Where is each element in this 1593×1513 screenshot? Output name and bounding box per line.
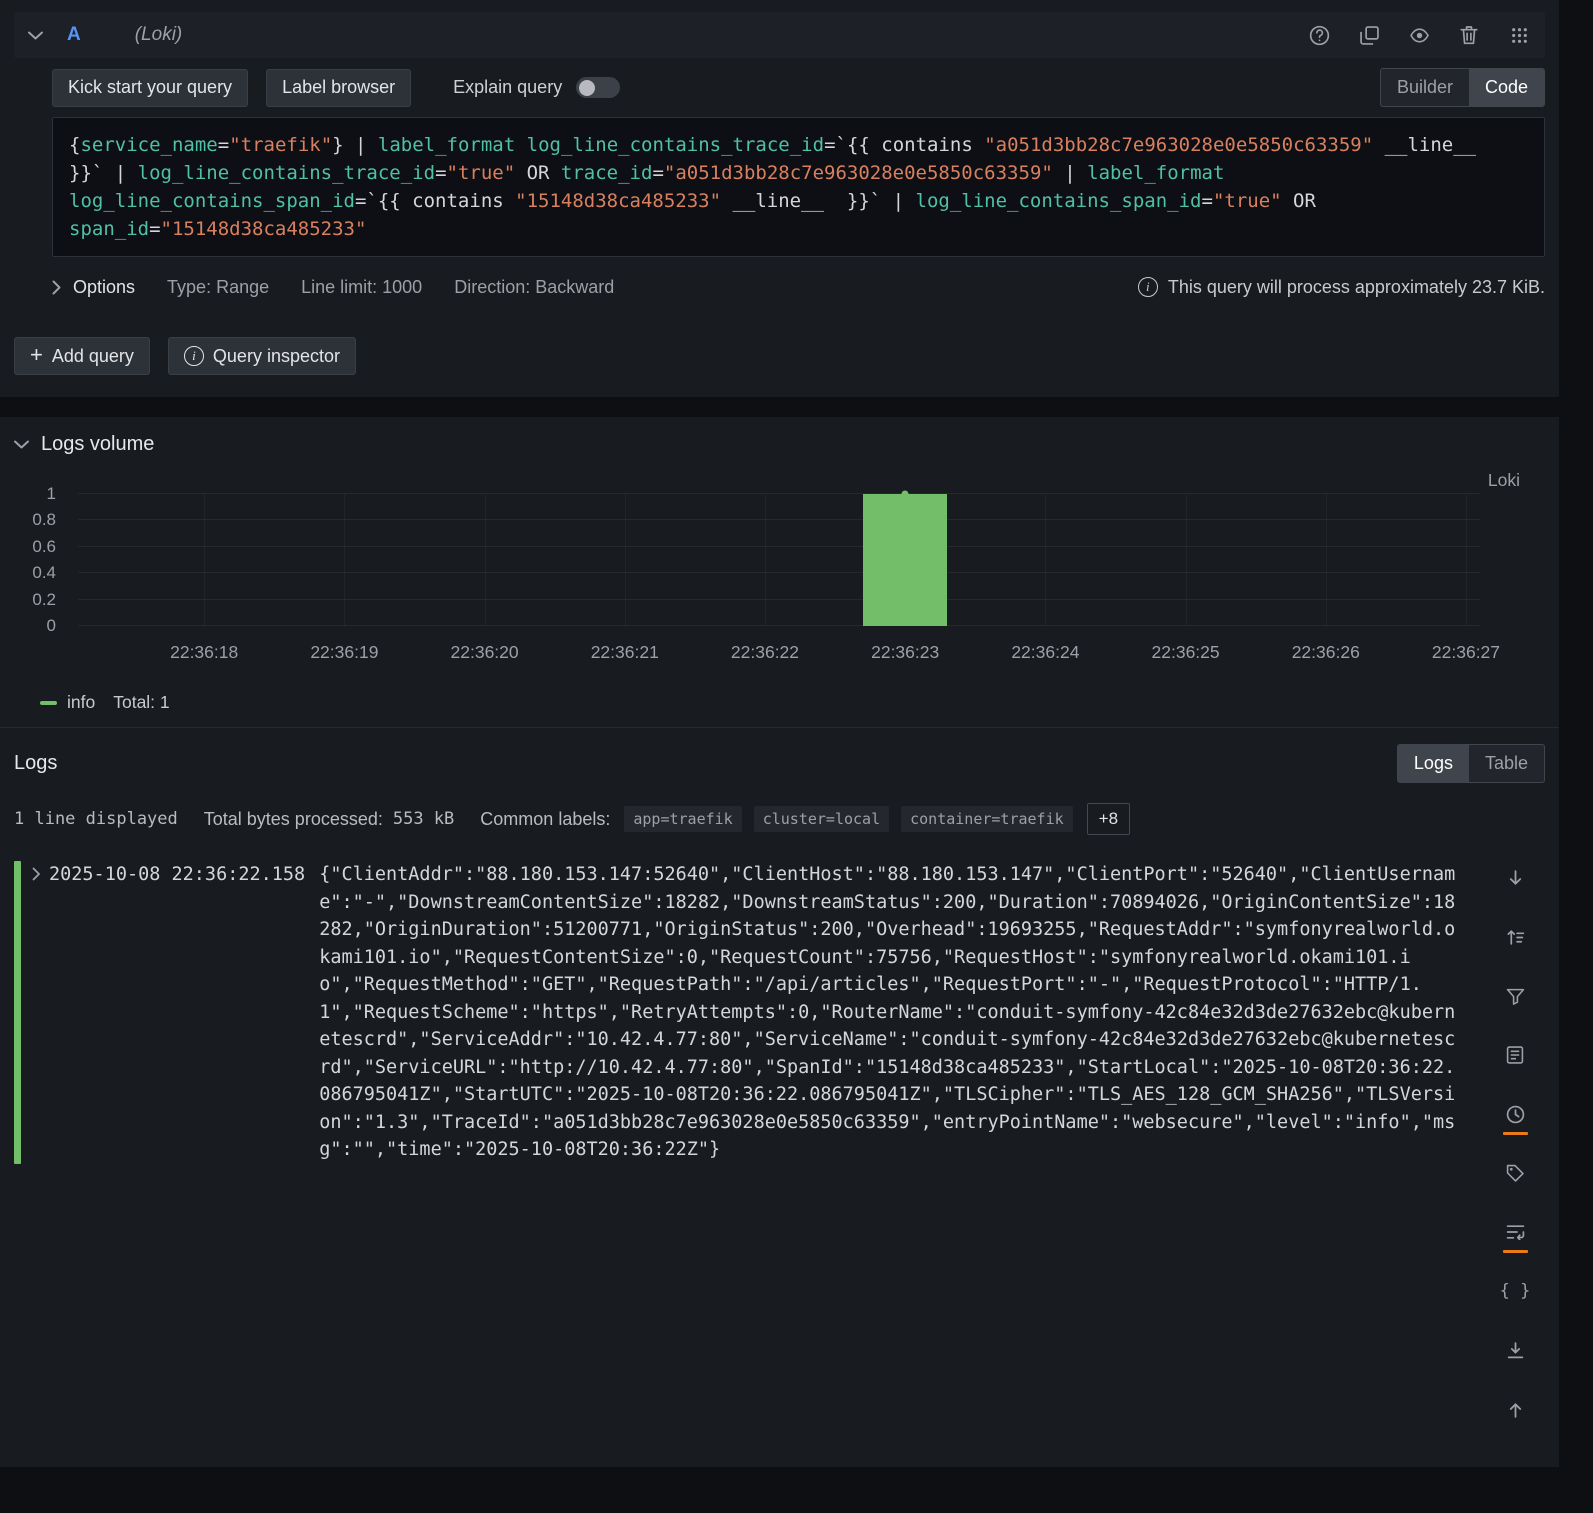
drag-handle-icon[interactable] xyxy=(1507,23,1531,47)
remove-query-trash-icon[interactable] xyxy=(1457,23,1481,47)
mode-code-button[interactable]: Code xyxy=(1469,69,1544,106)
plus-icon: + xyxy=(30,344,43,366)
explain-query-toggle[interactable] xyxy=(576,77,620,98)
query-row-actions xyxy=(1307,23,1531,47)
legend-series-color xyxy=(40,701,57,705)
logs-volume-ylabels: 00.20.40.60.81 xyxy=(14,494,66,626)
info-icon: i xyxy=(184,346,204,366)
add-query-button[interactable]: + Add query xyxy=(14,337,150,375)
common-label-chip: container=traefik xyxy=(901,806,1073,832)
logs-volume-title: Logs volume xyxy=(41,433,154,456)
legend-total: Total: 1 xyxy=(113,692,169,713)
logs-controls-rail: { } xyxy=(1495,866,1535,1456)
options-line-limit: Line limit: 1000 xyxy=(301,277,422,298)
logs-volume-chart: Loki 00.20.40.60.81 22:36:1822:36:1922:3… xyxy=(14,494,1545,668)
common-label-chip: cluster=local xyxy=(754,806,889,832)
wrap-lines-toggle-icon[interactable] xyxy=(1506,1220,1525,1244)
duplicate-query-icon[interactable] xyxy=(1357,23,1381,47)
help-icon[interactable] xyxy=(1307,23,1331,47)
info-icon: i xyxy=(1138,277,1158,297)
common-labels-label: Common labels: xyxy=(480,809,610,830)
logs-volume-xlabels: 22:36:1822:36:1922:36:2022:36:2122:36:22… xyxy=(78,634,1480,668)
explain-query-label: Explain query xyxy=(453,77,562,98)
bytes-processed-value: 553 kB xyxy=(393,809,454,829)
logs-title: Logs xyxy=(14,752,57,775)
more-labels-button[interactable]: +8 xyxy=(1087,803,1130,835)
hide-response-eye-icon[interactable] xyxy=(1407,23,1431,47)
show-timestamps-toggle-icon[interactable] xyxy=(1506,1102,1525,1126)
scroll-to-bottom-icon[interactable] xyxy=(1506,866,1525,890)
view-logs-button[interactable]: Logs xyxy=(1398,745,1469,782)
kick-start-query-button[interactable]: Kick start your query xyxy=(52,69,248,107)
logs-volume-bar xyxy=(863,494,947,626)
unique-labels-tag-icon[interactable] xyxy=(1506,1161,1524,1185)
lines-displayed: 1 line displayed xyxy=(14,809,178,829)
results-area: Logs volume Loki 00.20.40.60.81 22:36:18… xyxy=(0,417,1559,1467)
mode-builder-button[interactable]: Builder xyxy=(1381,69,1469,106)
logs-meta-row: 1 line displayed Total bytes processed: … xyxy=(14,803,1545,835)
query-collapse-chevron-icon[interactable] xyxy=(28,31,43,40)
explore-page: A (Loki) Kick star xyxy=(0,0,1593,1467)
bytes-processed-label: Total bytes processed: xyxy=(204,809,383,830)
common-labels-list: app=traefik cluster=local container=traefi… xyxy=(624,806,1072,832)
log-level-indicator xyxy=(14,861,21,1164)
query-options-row: Options Type: Range Line limit: 1000 Dir… xyxy=(52,265,1545,309)
logs-volume-legend: info Total: 1 xyxy=(14,692,1545,713)
options-label[interactable]: Options xyxy=(73,277,135,298)
logs-view-group: Logs Table xyxy=(1397,744,1545,783)
label-browser-button[interactable]: Label browser xyxy=(266,69,411,107)
datasource-badge: Loki xyxy=(1488,470,1520,491)
log-timestamp: 2025-10-08 22:36:22.158 xyxy=(49,861,305,889)
query-ref-id[interactable]: A xyxy=(67,24,81,46)
query-row-header: A (Loki) xyxy=(14,12,1545,58)
query-code[interactable]: {service_name="traefik"} | label_format … xyxy=(52,117,1545,257)
log-document-icon[interactable] xyxy=(1506,1043,1524,1067)
datasource-name: (Loki) xyxy=(135,24,183,46)
sort-order-icon[interactable] xyxy=(1506,925,1525,949)
query-editor: A (Loki) Kick star xyxy=(0,0,1559,397)
process-estimate-text: This query will process approximately 23… xyxy=(1168,277,1545,298)
query-toolbar: Kick start your query Label browser Expl… xyxy=(52,68,1545,107)
download-logs-icon[interactable] xyxy=(1506,1338,1525,1362)
log-row-expand-chevron-icon[interactable] xyxy=(32,867,41,881)
logs-volume-panel: Logs volume Loki 00.20.40.60.81 22:36:18… xyxy=(0,417,1559,727)
view-table-button[interactable]: Table xyxy=(1469,745,1544,782)
editor-mode-group: Builder Code xyxy=(1380,68,1545,107)
common-label-chip: app=traefik xyxy=(624,806,741,832)
log-rows: 2025-10-08 22:36:22.158 {"ClientAddr":"8… xyxy=(14,861,1545,1164)
logs-panel: Logs Logs Table 1 line displayed Total b… xyxy=(0,727,1559,1467)
options-direction: Direction: Backward xyxy=(454,277,614,298)
scroll-to-top-icon[interactable] xyxy=(1506,1397,1525,1421)
legend-series-label[interactable]: info xyxy=(67,692,95,713)
query-actions-row: + Add query i Query inspector xyxy=(14,337,1545,375)
options-chevron-icon[interactable] xyxy=(52,280,61,295)
prettify-json-braces-icon[interactable]: { } xyxy=(1500,1279,1531,1303)
logs-volume-plot xyxy=(78,494,1480,626)
logs-volume-collapse-chevron-icon[interactable] xyxy=(14,440,29,449)
query-inspector-button[interactable]: i Query inspector xyxy=(168,337,356,375)
log-row[interactable]: 2025-10-08 22:36:22.158 {"ClientAddr":"8… xyxy=(14,861,1457,1164)
options-type: Type: Range xyxy=(167,277,269,298)
filter-icon[interactable] xyxy=(1506,984,1525,1008)
log-message: {"ClientAddr":"88.180.153.147:52640","Cl… xyxy=(319,861,1457,1164)
